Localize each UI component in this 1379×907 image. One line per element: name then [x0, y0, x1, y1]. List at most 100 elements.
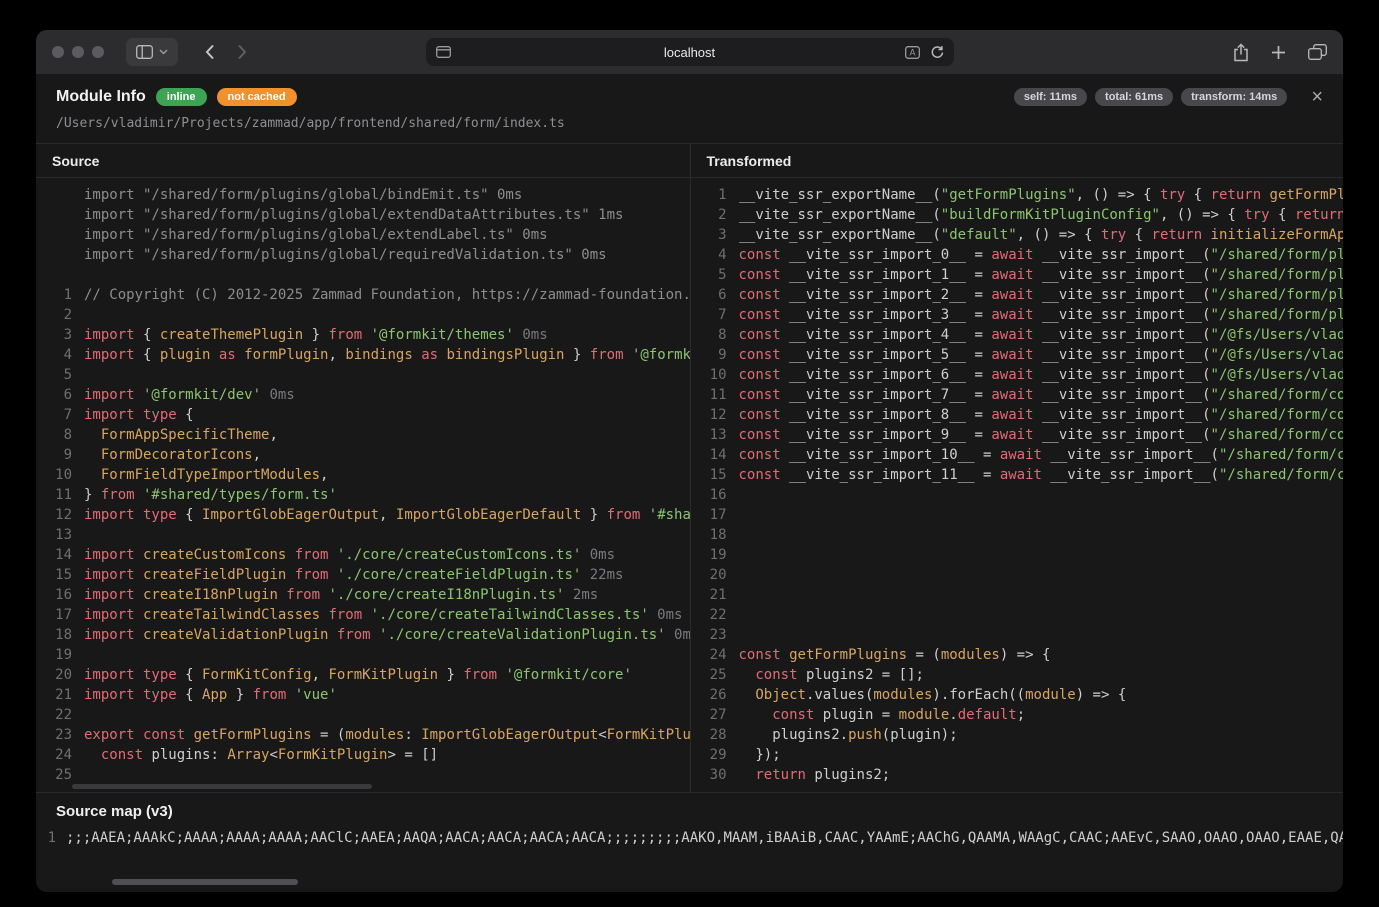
code-line: 12import type { ImportGlobEagerOutput, I… [36, 505, 690, 525]
code-text: import createFieldPlugin from './core/cr… [84, 565, 690, 585]
translate-icon[interactable]: A [905, 46, 920, 59]
code-text: FormAppSpecificTheme, [84, 425, 690, 445]
code-line: import "/shared/form/plugins/global/exte… [36, 205, 690, 225]
code-line: 10const __vite_ssr_import_6__ = await __… [691, 365, 1344, 385]
code-line: 11const __vite_ssr_import_7__ = await __… [691, 385, 1344, 405]
code-line: 20import type { FormKitConfig, FormKitPl… [36, 665, 690, 685]
minimize-window-button[interactable] [72, 46, 84, 58]
source-panel: Source import "/shared/form/plugins/glob… [36, 144, 690, 792]
code-text: const __vite_ssr_import_11__ = await __v… [739, 465, 1344, 485]
line-number: 4 [36, 345, 72, 365]
line-number: 11 [36, 485, 72, 505]
code-text [84, 765, 690, 785]
sidebar-toggle-button[interactable] [126, 38, 178, 66]
zoom-window-button[interactable] [92, 46, 104, 58]
address-bar[interactable]: localhost A [426, 38, 954, 66]
line-number: 22 [36, 705, 72, 725]
line-number: 21 [36, 685, 72, 705]
close-button[interactable]: × [1311, 87, 1323, 107]
transformed-panel: Transformed 1__vite_ssr_exportName__("ge… [690, 144, 1344, 792]
code-text [84, 525, 690, 545]
code-text: const __vite_ssr_import_2__ = await __vi… [739, 285, 1344, 305]
code-line: 2 [36, 305, 690, 325]
line-number: 20 [691, 565, 727, 585]
code-line: 10 FormFieldTypeImportModules, [36, 465, 690, 485]
code-line: 13const __vite_ssr_import_9__ = await __… [691, 425, 1344, 445]
close-icon: × [1311, 86, 1323, 108]
tab-overview-button[interactable] [1308, 44, 1327, 60]
code-line: 28 plugins2.push(plugin); [691, 725, 1344, 745]
code-text: import type { App } from 'vue' [84, 685, 690, 705]
back-button[interactable] [194, 38, 226, 66]
line-number: 2 [36, 305, 72, 325]
code-text: __vite_ssr_exportName__("default", () =>… [739, 225, 1344, 245]
forward-button[interactable] [226, 38, 258, 66]
code-text: const __vite_ssr_import_10__ = await __v… [739, 445, 1344, 465]
line-number: 19 [691, 545, 727, 565]
line-number: 15 [691, 465, 727, 485]
transform-time-badge: transform: 14ms [1181, 88, 1287, 106]
code-line: 27 const plugin = module.default; [691, 705, 1344, 725]
code-line: 15import createFieldPlugin from './core/… [36, 565, 690, 585]
code-line: 12const __vite_ssr_import_8__ = await __… [691, 405, 1344, 425]
code-text: const __vite_ssr_import_1__ = await __vi… [739, 265, 1344, 285]
code-line [36, 265, 690, 285]
code-line: 7const __vite_ssr_import_3__ = await __v… [691, 305, 1344, 325]
line-number: 16 [36, 585, 72, 605]
code-line: 5 [36, 365, 690, 385]
code-line: 26 Object.values(modules).forEach((modul… [691, 685, 1344, 705]
code-line: 21 [691, 585, 1344, 605]
line-number: 13 [36, 525, 72, 545]
line-number: 22 [691, 605, 727, 625]
source-horizontal-scrollbar[interactable] [72, 784, 372, 789]
toolbar-actions [1233, 43, 1327, 62]
code-text: Object.values(modules).forEach((module) … [739, 685, 1344, 705]
line-number: 19 [36, 645, 72, 665]
code-line: 1;;;AAEA;AAAkC;AAAA;AAAA;AAAA;AAClC;AAEA… [36, 828, 1343, 848]
sourcemap-code[interactable]: 1;;;AAEA;AAAkC;AAAA;AAAA;AAAA;AAClC;AAEA… [36, 828, 1343, 848]
line-number: 27 [691, 705, 727, 725]
code-text [84, 365, 690, 385]
code-text: import "/shared/form/plugins/global/bind… [84, 185, 690, 205]
code-line: 25 [36, 765, 690, 785]
code-text: import "/shared/form/plugins/global/requ… [84, 245, 690, 265]
code-line: 1__vite_ssr_exportName__("getFormPlugins… [691, 185, 1344, 205]
sourcemap-horizontal-scrollbar[interactable] [112, 879, 298, 885]
code-text: import "/shared/form/plugins/global/exte… [84, 225, 690, 245]
code-line: import "/shared/form/plugins/global/exte… [36, 225, 690, 245]
line-number: 1 [36, 285, 72, 305]
reload-icon[interactable] [930, 45, 944, 59]
line-number [36, 225, 72, 245]
line-number: 5 [691, 265, 727, 285]
code-text: import { createThemePlugin } from '@form… [84, 325, 690, 345]
line-number [36, 265, 72, 285]
code-text: return plugins2; [739, 765, 1344, 785]
address-bar-actions: A [905, 45, 944, 59]
code-text: import createTailwindClasses from './cor… [84, 605, 690, 625]
code-text: const __vite_ssr_import_6__ = await __vi… [739, 365, 1344, 385]
code-line: 22 [36, 705, 690, 725]
code-text: import '@formkit/dev' 0ms [84, 385, 690, 405]
line-number: 16 [691, 485, 727, 505]
line-number: 21 [691, 585, 727, 605]
line-number: 13 [691, 425, 727, 445]
code-line: import "/shared/form/plugins/global/bind… [36, 185, 690, 205]
code-line: 24const getFormPlugins = (modules) => { [691, 645, 1344, 665]
close-window-button[interactable] [52, 46, 64, 58]
code-text: // Copyright (C) 2012-2025 Zammad Founda… [84, 285, 690, 305]
code-text: import createValidationPlugin from './co… [84, 625, 690, 645]
line-number: 23 [691, 625, 727, 645]
line-number [36, 205, 72, 225]
source-code[interactable]: import "/shared/form/plugins/global/bind… [36, 178, 690, 792]
line-number: 24 [691, 645, 727, 665]
line-number: 3 [691, 225, 727, 245]
transformed-code[interactable]: 1__vite_ssr_exportName__("getFormPlugins… [691, 178, 1344, 792]
code-text: __vite_ssr_exportName__("getFormPlugins"… [739, 185, 1344, 205]
share-button[interactable] [1233, 43, 1249, 62]
line-number: 1 [36, 828, 56, 848]
code-text: const __vite_ssr_import_3__ = await __vi… [739, 305, 1344, 325]
code-text: FormDecoratorIcons, [84, 445, 690, 465]
code-text [739, 585, 1344, 605]
line-number: 14 [36, 545, 72, 565]
new-tab-button[interactable] [1271, 45, 1286, 60]
